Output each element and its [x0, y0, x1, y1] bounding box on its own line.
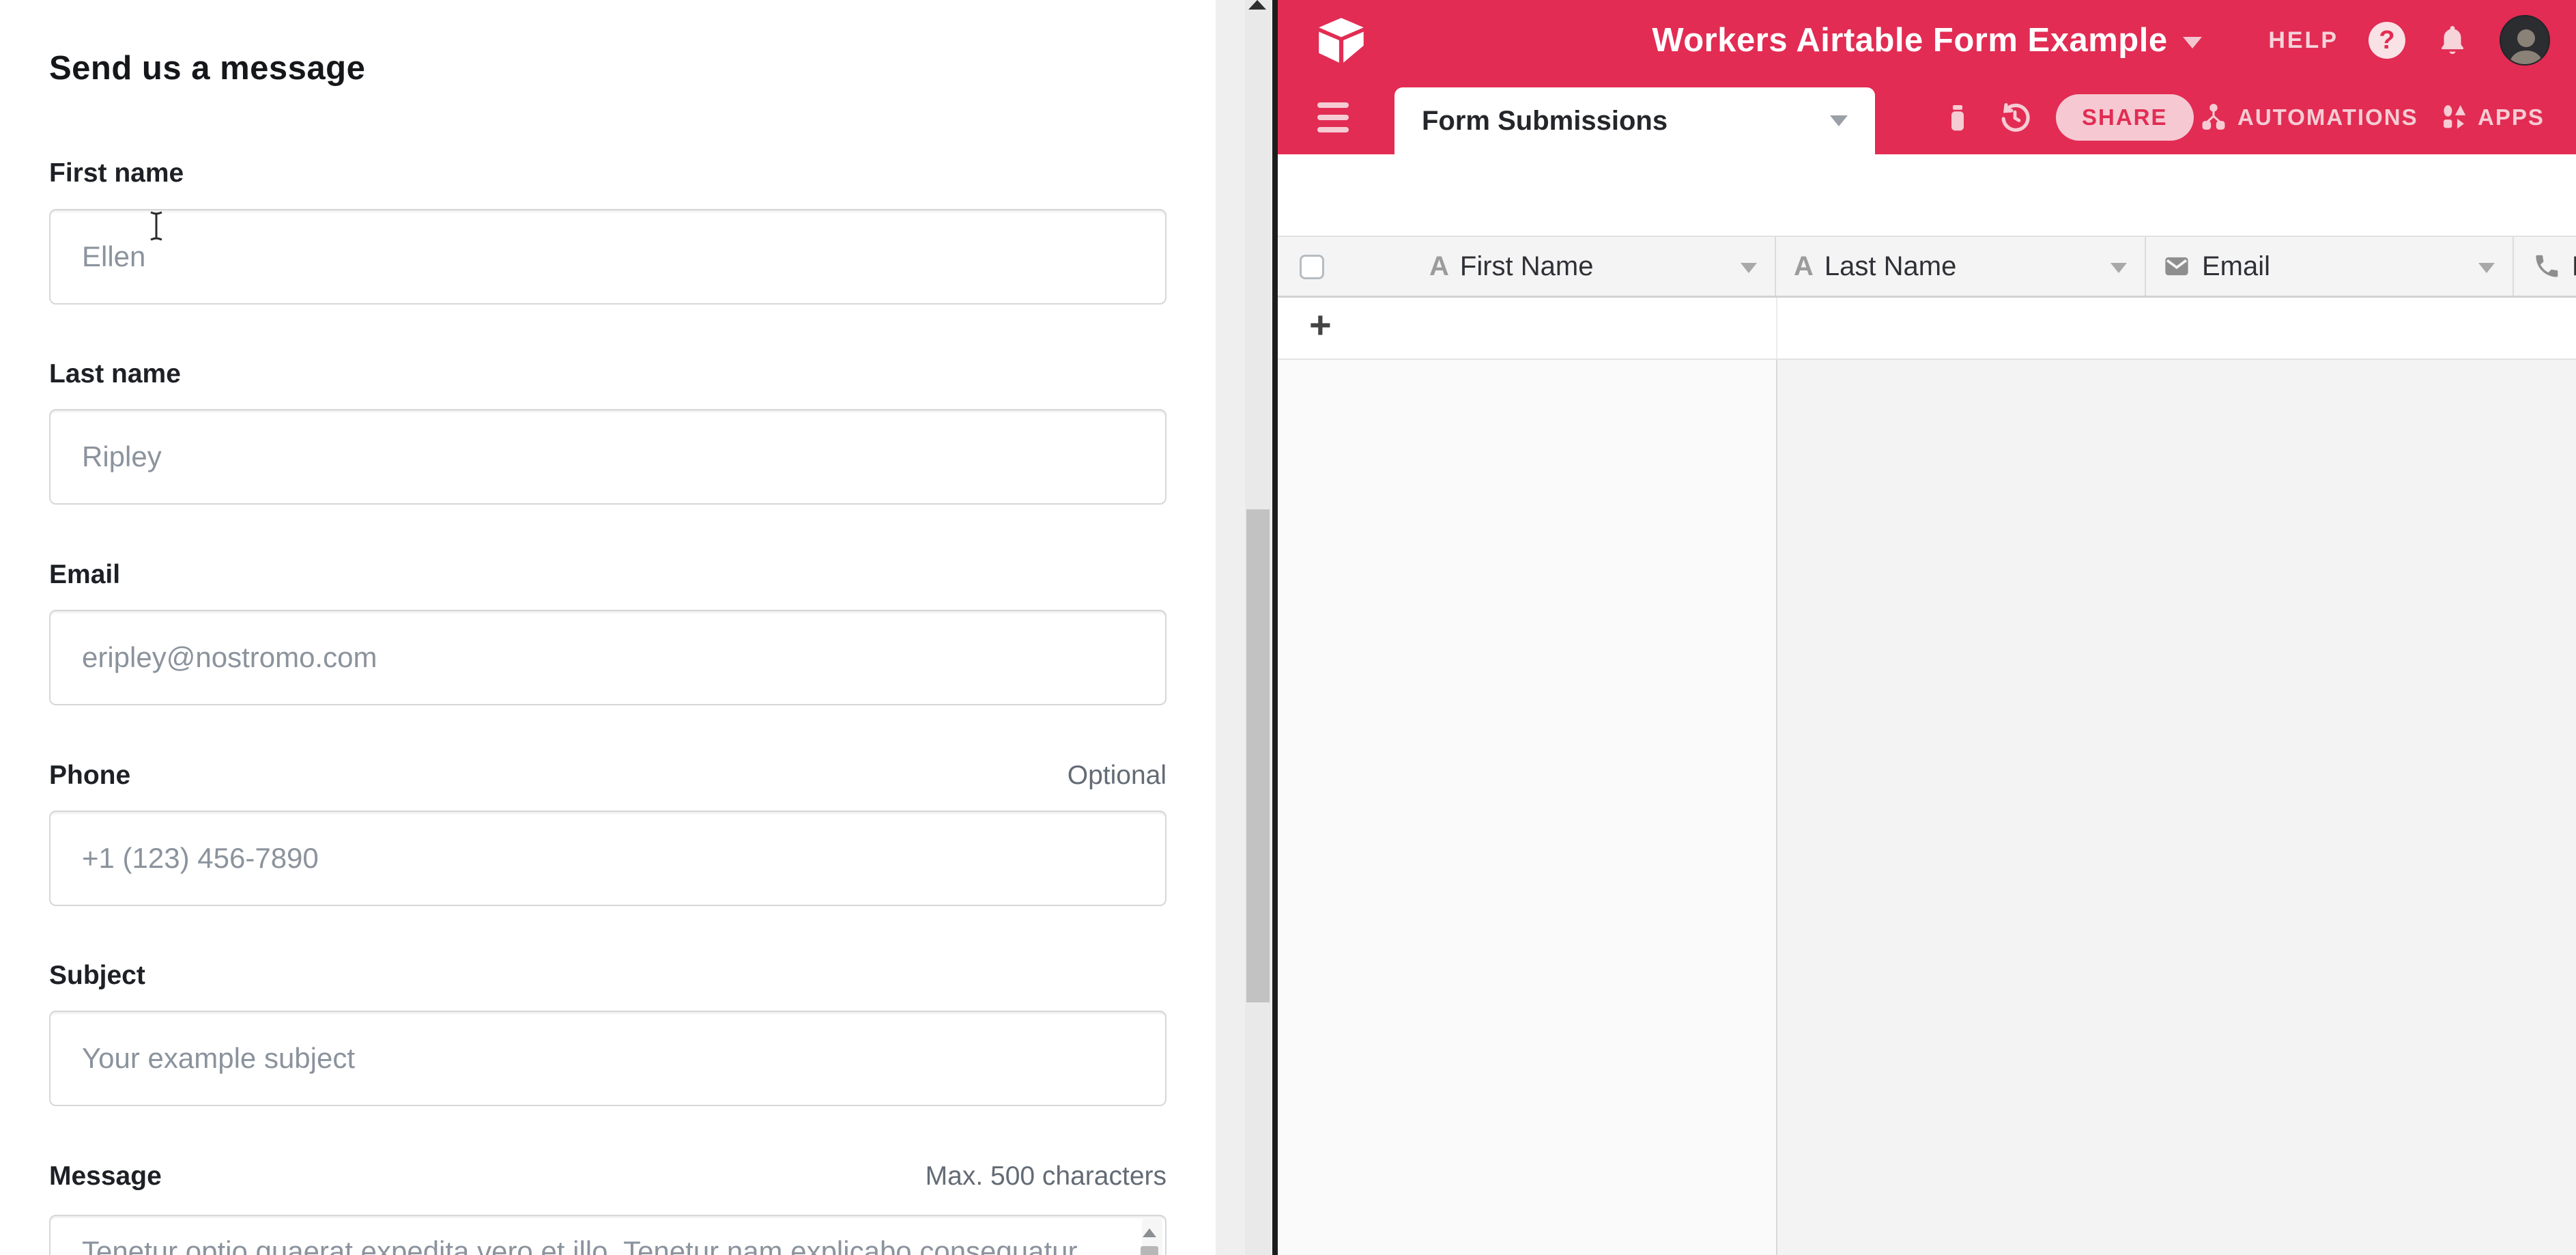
column-header-last-name[interactable]: A Last Name — [1776, 237, 2146, 296]
column-header-email[interactable]: Email — [2146, 237, 2514, 296]
phone-label-row: Phone Optional — [49, 761, 1167, 791]
message-label: Message — [49, 1161, 162, 1191]
last-name-label-row: Last name — [49, 359, 1167, 389]
subject-input[interactable] — [49, 1011, 1167, 1106]
screen: Send us a message First name Last name E… — [0, 0, 2576, 1255]
last-name-input[interactable] — [49, 409, 1167, 505]
contact-form-window: Send us a message First name Last name E… — [0, 0, 1216, 1255]
page-title: Send us a message — [49, 49, 365, 87]
history-icon[interactable] — [1999, 100, 2031, 135]
automations-icon — [2198, 102, 2229, 133]
apps-button[interactable]: APPS — [2438, 81, 2545, 154]
email-input[interactable] — [49, 610, 1167, 705]
help-question-icon[interactable]: ? — [2369, 22, 2405, 59]
phone-label: Phone — [49, 761, 130, 791]
scroll-column-area — [1776, 360, 2576, 1255]
column-divider — [1776, 298, 1777, 358]
phone-optional-note: Optional — [1068, 761, 1167, 791]
single-line-text-icon: A — [1794, 251, 1814, 282]
topbar-right-group: HELP ? — [2268, 0, 2550, 81]
apps-icon — [2438, 102, 2470, 133]
airtable-topbar: Workers Airtable Form Example HELP ? — [1278, 0, 2576, 81]
scroll-up-arrow-icon[interactable] — [1248, 0, 1266, 10]
frozen-column-area — [1278, 360, 1776, 1255]
base-title[interactable]: Workers Airtable Form Example — [1652, 21, 2167, 59]
trash-icon[interactable] — [1941, 100, 1974, 135]
browser-scrollbar[interactable] — [1216, 0, 1272, 1255]
chevron-down-icon[interactable] — [2478, 263, 2495, 273]
email-label: Email — [49, 560, 120, 590]
subject-label-row: Subject — [49, 961, 1167, 991]
add-row[interactable]: + — [1278, 298, 2576, 360]
tab-form-submissions[interactable]: Form Submissions — [1394, 87, 1875, 154]
email-label-row: Email — [49, 560, 1167, 590]
subject-label: Subject — [49, 961, 145, 991]
grid-body — [1278, 360, 2576, 1255]
chevron-down-icon[interactable] — [2183, 37, 2202, 48]
automations-label: AUTOMATIONS — [2237, 104, 2418, 130]
window-divider — [1272, 0, 1278, 1255]
column-label: Email — [2202, 251, 2270, 282]
help-button[interactable]: HELP — [2268, 27, 2338, 54]
text-cursor-ibeam — [147, 210, 165, 242]
scrollbar-thumb[interactable] — [1246, 509, 1270, 1002]
scrollbar-thumb[interactable] — [1141, 1246, 1158, 1255]
user-avatar[interactable] — [2500, 15, 2550, 66]
select-all-checkbox[interactable] — [1300, 255, 1324, 279]
phone-icon — [2532, 252, 2561, 281]
scroll-up-arrow-icon[interactable] — [1143, 1228, 1156, 1237]
column-header-phone[interactable]: Phone — [2514, 237, 2576, 296]
apps-label: APPS — [2478, 104, 2545, 130]
grid-header-row: A First Name A Last Name Email — [1278, 236, 2576, 298]
share-button[interactable]: SHARE — [2056, 94, 2194, 141]
single-line-text-icon: A — [1429, 251, 1449, 282]
message-max-note: Max. 500 characters — [926, 1161, 1167, 1191]
phone-input[interactable] — [49, 810, 1167, 906]
chevron-down-icon[interactable] — [1741, 263, 1757, 273]
active-table-name: Form Submissions — [1422, 106, 1668, 137]
chevron-down-icon[interactable] — [2110, 263, 2127, 273]
column-label: Phone — [2572, 251, 2576, 282]
airtable-window: Workers Airtable Form Example HELP ? — [1278, 0, 2576, 1255]
column-label: Last Name — [1824, 251, 1956, 282]
column-label: First Name — [1460, 251, 1594, 282]
table-tabs-bar: Form Submissions SHARE — [1278, 81, 2576, 154]
first-name-label-row: First name — [49, 158, 1167, 188]
column-header-first-name[interactable]: A First Name — [1278, 237, 1776, 296]
hamburger-menu-icon[interactable] — [1317, 102, 1349, 132]
column-divider — [1776, 360, 1777, 1255]
automations-button[interactable]: AUTOMATIONS — [2198, 81, 2418, 154]
textarea-scrollbar[interactable] — [1142, 1219, 1162, 1255]
message-label-row: Message Max. 500 characters — [49, 1161, 1167, 1191]
email-icon — [2162, 252, 2191, 281]
message-textarea[interactable]: Tenetur optio quaerat expedita vero et i… — [49, 1215, 1167, 1255]
add-row-plus-icon[interactable]: + — [1309, 306, 1332, 344]
first-name-input[interactable] — [49, 209, 1167, 305]
notifications-bell-icon[interactable] — [2435, 22, 2470, 59]
first-name-label: First name — [49, 158, 184, 188]
message-text: Tenetur optio quaerat expedita vero et i… — [82, 1232, 1117, 1255]
view-toolbar: Grid view — [1278, 154, 2576, 236]
last-name-label: Last name — [49, 359, 181, 389]
chevron-down-icon[interactable] — [1830, 115, 1848, 126]
